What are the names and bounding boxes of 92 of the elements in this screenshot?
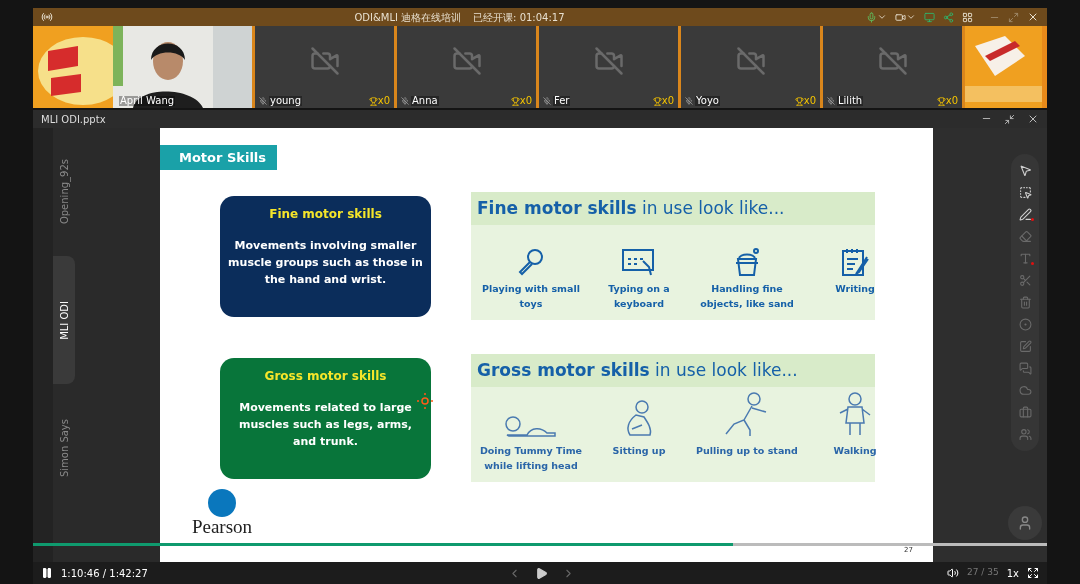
raise-hand-icon[interactable] xyxy=(1017,515,1033,531)
select-icon[interactable] xyxy=(1018,186,1032,199)
pen-icon[interactable] xyxy=(1018,208,1032,221)
mic-off-icon xyxy=(685,97,693,105)
slide-heading: Motor Skills xyxy=(160,145,277,170)
trophy-icon xyxy=(652,96,662,106)
mic-off-icon xyxy=(259,97,267,105)
mic-off-icon xyxy=(401,97,409,105)
mic-off-icon xyxy=(543,97,551,105)
example-label: Writing xyxy=(834,282,876,296)
layout-button[interactable] xyxy=(962,11,973,23)
camera-off-icon xyxy=(877,46,908,76)
example-label: Playing with small toys xyxy=(481,282,581,311)
participant-tile[interactable]: Fer x0 xyxy=(539,26,681,108)
camera-icon[interactable] xyxy=(895,11,906,23)
trash-icon[interactable] xyxy=(1018,296,1032,309)
trophy-count: x0 xyxy=(945,96,958,106)
participant-name: Fer xyxy=(553,96,571,106)
users-icon[interactable] xyxy=(1018,428,1032,441)
scissors-icon[interactable] xyxy=(1018,274,1032,287)
laser-pointer-icon xyxy=(417,393,433,409)
notepad-icon xyxy=(840,247,870,277)
edit-icon[interactable] xyxy=(1018,340,1032,353)
share-button[interactable] xyxy=(924,11,935,23)
logo-text: Pearson xyxy=(191,517,253,536)
participant-name: Lilith xyxy=(837,96,864,106)
baby-lying-icon xyxy=(503,413,559,439)
examples-title: Gross motor skills in use look like... xyxy=(477,358,798,382)
playback-time: 1:10:46 / 1:42:27 xyxy=(61,566,148,581)
section-tab[interactable]: Opening_92s xyxy=(53,128,75,256)
rattle-icon xyxy=(516,247,546,277)
participant-tile[interactable]: Anna x0 xyxy=(397,26,539,108)
window-title: ODI&MLI 迪格在线培训 xyxy=(354,10,462,25)
definition-title: Fine motor skills xyxy=(269,205,382,223)
camera-off-icon xyxy=(309,46,340,76)
trophy-count: x0 xyxy=(803,96,816,106)
trophy-count: x0 xyxy=(519,96,532,106)
trophy-icon xyxy=(936,96,946,106)
participant-name: Anna xyxy=(411,96,439,106)
camera-off-icon xyxy=(735,46,766,76)
definition-text: Movements related to large muscles such as legs, arms, and trunk. xyxy=(238,399,413,450)
briefcase-icon[interactable] xyxy=(1018,406,1032,419)
definition-title: Gross motor skills xyxy=(264,367,387,385)
fullscreen-button[interactable] xyxy=(1027,567,1039,579)
logo-icon xyxy=(208,489,236,517)
maximize-button[interactable] xyxy=(1008,11,1019,23)
trophy-icon xyxy=(510,96,520,106)
progress-track[interactable] xyxy=(33,543,1047,546)
section-tab[interactable]: Simon Says xyxy=(53,384,75,512)
participant-name: Yoyo xyxy=(695,96,720,106)
class-timer: 已经开课: 01:04:17 xyxy=(473,10,565,25)
example-label: Pulling up to stand xyxy=(695,444,799,458)
caret-icon[interactable] xyxy=(906,12,916,22)
close-button[interactable] xyxy=(1027,113,1039,125)
close-button[interactable] xyxy=(1027,11,1039,23)
participant-name: young xyxy=(269,96,303,106)
example-label: Sitting up xyxy=(611,444,667,458)
example-label: Doing Tummy Time while lifting head xyxy=(478,444,584,473)
definition-text: Movements involving smaller muscle groups such as those in the hand and wrist. xyxy=(228,237,423,288)
trophy-count: x0 xyxy=(661,96,674,106)
chat-icon[interactable] xyxy=(1018,362,1032,375)
trophy-icon xyxy=(368,96,378,106)
pointer-icon[interactable] xyxy=(1018,164,1032,177)
pause-button[interactable] xyxy=(41,567,53,579)
participant-tile[interactable]: Lilith x0 xyxy=(823,26,965,108)
trophy-icon xyxy=(794,96,804,106)
trophy-count: x0 xyxy=(377,96,390,106)
keyboard-icon xyxy=(621,247,657,277)
circle-icon[interactable] xyxy=(1018,318,1032,331)
play-button[interactable] xyxy=(535,566,548,580)
eraser-icon[interactable] xyxy=(1018,230,1032,243)
mic-off-icon xyxy=(827,97,835,105)
example-label: Walking xyxy=(832,444,878,458)
examples-title: Fine motor skills in use look like... xyxy=(477,196,785,220)
restore-button[interactable] xyxy=(1004,113,1015,125)
cloud-icon[interactable] xyxy=(1018,384,1032,397)
screen-button[interactable] xyxy=(943,11,954,23)
broadcast-icon xyxy=(41,11,53,23)
text-icon[interactable] xyxy=(1018,252,1032,265)
participant-tile[interactable]: young x0 xyxy=(255,26,397,108)
example-label: Handling fine objects, like sand xyxy=(699,282,795,311)
file-title: MLI ODI.pptx xyxy=(41,112,106,127)
page-counter: 27 / 35 xyxy=(967,566,999,580)
mic-icon[interactable] xyxy=(866,11,877,23)
caret-icon[interactable] xyxy=(877,12,887,22)
section-tab[interactable]: MLI ODI xyxy=(53,256,75,384)
volume-button[interactable] xyxy=(947,567,960,579)
speed-button[interactable]: 1x xyxy=(1006,565,1019,581)
participant-tile[interactable]: Yoyo x0 xyxy=(681,26,823,108)
camera-off-icon xyxy=(593,46,624,76)
example-label: Typing on a keyboard xyxy=(607,282,671,311)
camera-off-icon xyxy=(451,46,482,76)
